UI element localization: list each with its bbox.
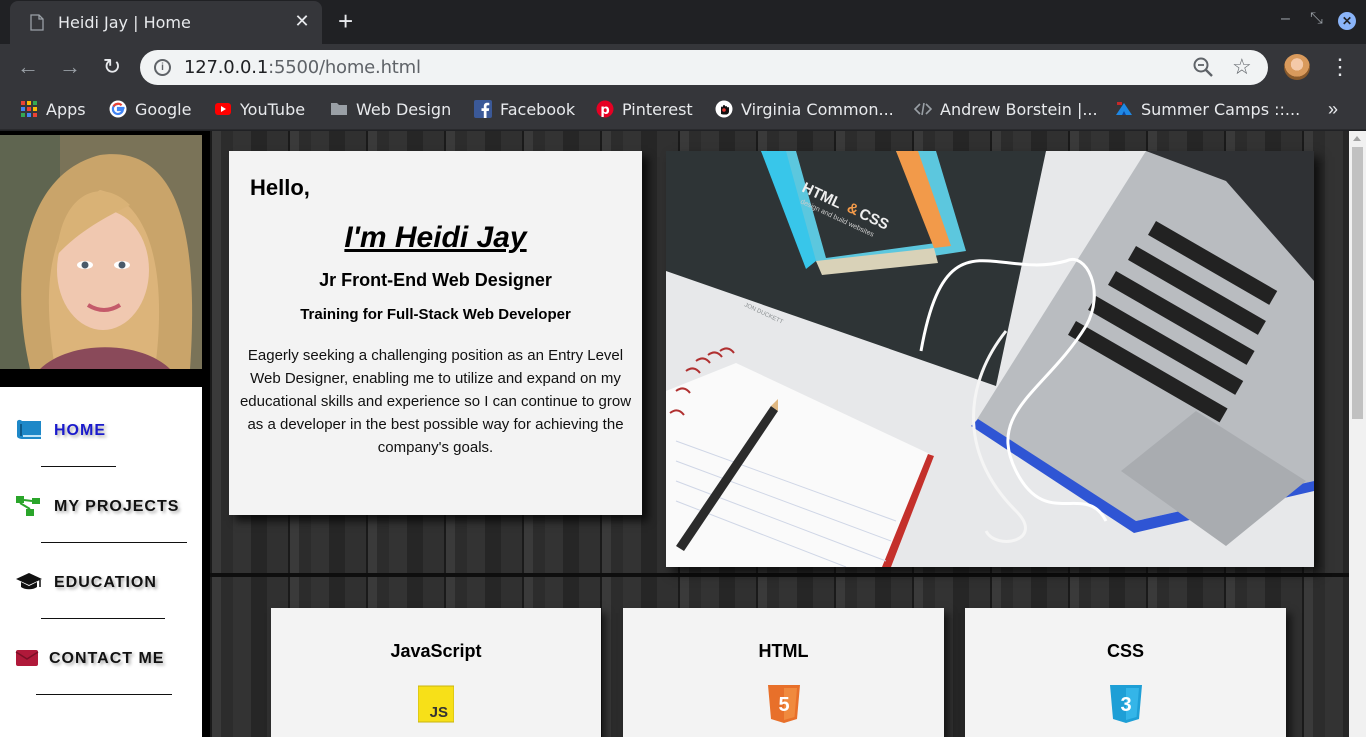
envelope-icon: [15, 650, 39, 666]
nav-label-education: EDUCATION: [54, 574, 157, 591]
browser-menu-icon[interactable]: ⋮: [1329, 54, 1351, 80]
facebook-icon: [474, 100, 492, 118]
hand-icon: [715, 100, 733, 118]
bookmark-summer-camps[interactable]: Summer Camps ::...: [1115, 100, 1300, 120]
bookmark-virginia-common[interactable]: Virginia Common...: [715, 100, 894, 120]
sitemap-icon: [16, 496, 40, 516]
nav-card: HOME MY PROJECTS EDUCATION CONTACT ME: [0, 387, 202, 737]
hero-image: HTML & CSS design and build websites JON…: [666, 151, 1314, 567]
nav-list: HOME MY PROJECTS EDUCATION CONTACT ME: [15, 393, 187, 697]
bookmark-facebook[interactable]: Facebook: [474, 100, 575, 120]
nav-divider: [41, 542, 187, 543]
window-close-icon[interactable]: ✕: [1338, 12, 1356, 30]
apps-grid-icon: [21, 101, 37, 117]
restore-icon[interactable]: ⤡: [1310, 10, 1323, 28]
tab-title: Heidi Jay | Home: [58, 13, 191, 32]
youtube-icon: [215, 103, 231, 115]
svg-text:p: p: [600, 103, 609, 118]
bookmark-apps[interactable]: Apps: [20, 100, 86, 120]
address-bar[interactable]: i 127.0.0.1:5500/home.html ☆: [140, 50, 1268, 85]
back-icon[interactable]: ←: [15, 54, 41, 80]
tab-strip: Heidi Jay | Home ✕ + – ⤡ ✕: [0, 0, 1366, 44]
pinterest-icon: p: [596, 100, 614, 118]
camp-icon: [1116, 102, 1132, 115]
svg-text:JS: JS: [430, 704, 448, 721]
reload-icon[interactable]: ↻: [99, 54, 125, 80]
nav-item-my-projects[interactable]: MY PROJECTS: [15, 469, 187, 545]
javascript-logo-icon: JS: [418, 685, 454, 723]
skill-card-html: HTML 5: [623, 608, 944, 737]
browser-toolbar: ← → ↻ i 127.0.0.1:5500/home.html ☆ ⋮: [0, 44, 1366, 90]
scrollbar-thumb[interactable]: [1352, 147, 1363, 419]
bookmarks-overflow-icon[interactable]: »: [1328, 99, 1338, 120]
greeting: Hello,: [250, 175, 310, 200]
new-tab-button[interactable]: +: [338, 8, 353, 34]
browser-tab[interactable]: Heidi Jay | Home ✕: [10, 1, 322, 44]
nav-item-education[interactable]: EDUCATION: [15, 545, 187, 621]
bookmarks-bar: Apps Google YouTube Web Design Facebook …: [0, 90, 1366, 130]
html5-logo-icon: 5: [768, 685, 800, 723]
forward-icon[interactable]: →: [57, 54, 83, 80]
graduation-cap-icon: [16, 573, 42, 590]
profile-photo: [0, 135, 202, 369]
bookmark-andrew-borstein[interactable]: Andrew Borstein |...: [914, 100, 1098, 120]
url-text[interactable]: 127.0.0.1:5500/home.html: [184, 57, 421, 78]
folder-icon: [331, 103, 347, 115]
skill-title: HTML: [758, 641, 809, 661]
zoom-icon[interactable]: [1192, 56, 1214, 78]
site-info-icon[interactable]: i: [154, 59, 171, 76]
nav-divider: [41, 618, 165, 619]
nav-label-home: HOME: [54, 422, 106, 439]
sidebar: HOME MY PROJECTS EDUCATION CONTACT ME: [0, 131, 210, 737]
svg-text:3: 3: [1120, 694, 1131, 716]
bookmark-google[interactable]: Google: [109, 100, 191, 120]
bookmark-star-icon[interactable]: ☆: [1232, 54, 1252, 80]
page-icon: [30, 14, 44, 31]
profile-avatar[interactable]: [1284, 54, 1310, 80]
role-heading: Jr Front-End Web Designer: [319, 270, 552, 290]
minimize-icon[interactable]: –: [1281, 10, 1290, 28]
page-scrollbar[interactable]: [1349, 131, 1366, 737]
scroll-up-icon[interactable]: [1353, 136, 1361, 141]
nav-label-my-projects: MY PROJECTS: [54, 498, 180, 515]
nav-label-contact-me: CONTACT ME: [49, 650, 165, 667]
bookmark-youtube[interactable]: YouTube: [214, 100, 305, 120]
skill-title: CSS: [1106, 641, 1144, 661]
training-heading: Training for Full-Stack Web Developer: [300, 306, 571, 323]
skill-title: JavaScript: [390, 641, 482, 661]
nav-divider: [36, 694, 172, 695]
css3-logo-icon: 3: [1110, 685, 1142, 723]
skill-card-javascript: JavaScript JS: [271, 608, 601, 737]
nav-item-home[interactable]: HOME: [15, 393, 187, 469]
intro-card: Hello, I'm Heidi Jay Jr Front-End Web De…: [229, 151, 642, 515]
svg-text:5: 5: [778, 694, 789, 716]
book-icon: [17, 419, 41, 439]
google-icon: [109, 100, 127, 118]
bookmark-web-design[interactable]: Web Design: [330, 100, 451, 120]
bio-text: Eagerly seeking a challenging position a…: [239, 347, 632, 456]
code-icon: [914, 102, 932, 116]
nav-item-contact-me[interactable]: CONTACT ME: [15, 621, 187, 697]
page-viewport: HOME MY PROJECTS EDUCATION CONTACT ME He…: [0, 131, 1366, 737]
bookmark-pinterest[interactable]: p Pinterest: [596, 100, 693, 120]
skill-card-css: CSS 3: [965, 608, 1286, 737]
tab-close-icon[interactable]: ✕: [292, 12, 312, 30]
name-heading: I'm Heidi Jay: [344, 221, 527, 254]
nav-divider: [41, 466, 116, 467]
